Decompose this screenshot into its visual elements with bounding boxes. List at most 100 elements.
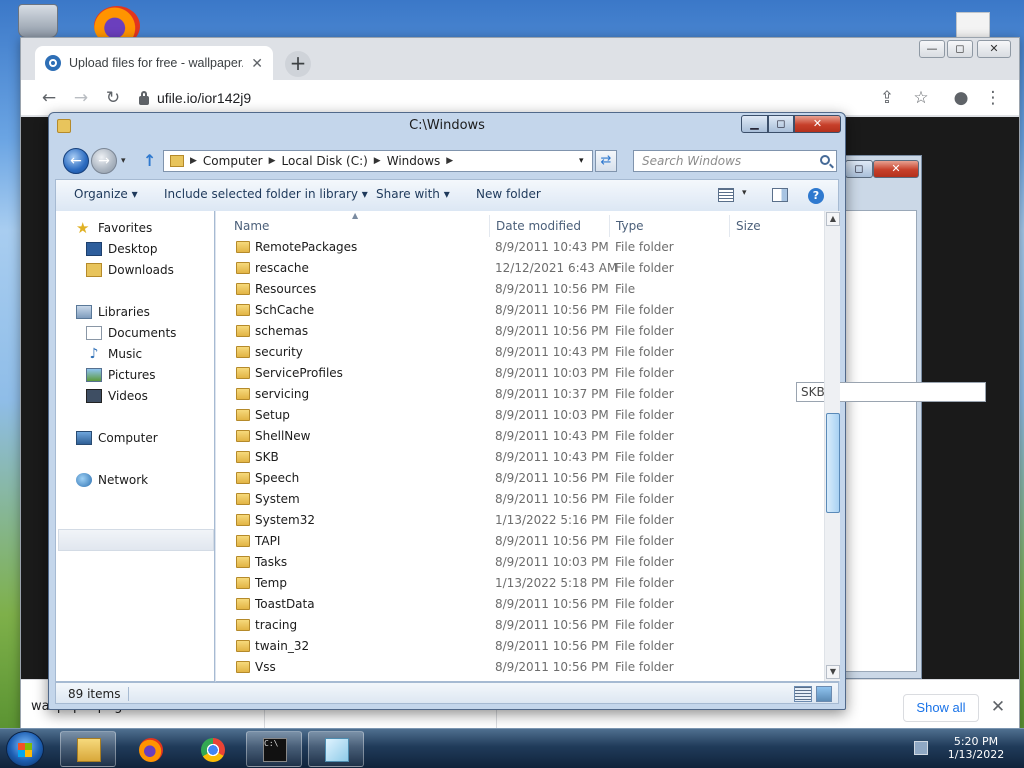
nav-desktop[interactable]: Desktop [86,242,158,256]
column-header-type[interactable]: Type [610,215,730,237]
nav-libraries[interactable]: Libraries [76,305,150,319]
explorer-minimize-button[interactable]: ▁ [741,115,768,133]
change-view-icon[interactable] [718,188,734,202]
tab-close-icon[interactable]: ✕ [251,55,263,72]
table-row[interactable]: twain_32 8/9/2011 10:56 PM File folder [216,636,820,657]
explorer-close-button[interactable]: ✕ [794,115,841,133]
table-row[interactable]: ServiceProfiles 8/9/2011 10:03 PM File fol… [216,363,820,384]
table-row[interactable]: Setup 8/9/2011 10:03 PM File folder [216,405,820,426]
chevron-right-icon[interactable]: ▶ [374,156,381,166]
refresh-button[interactable]: ⇄ [595,150,617,172]
new-folder-button[interactable]: New folder [476,187,541,201]
nav-label: Favorites [98,221,153,235]
organize-button[interactable]: Organize ▾ [74,187,138,201]
vertical-scrollbar[interactable]: ▲ ▼ [824,211,840,681]
bg-close-button[interactable]: ✕ [873,160,919,178]
chrome-close-button[interactable]: ✕ [977,40,1011,58]
table-row[interactable]: SKB 8/9/2011 10:43 PM File folder [216,447,820,468]
taskbar-cmd-button[interactable]: C:\ [246,731,302,767]
bg-maximize-button[interactable]: ◻ [845,160,873,178]
taskbar-notepad-button[interactable] [308,731,364,767]
search-input[interactable]: Search Windows [633,150,837,172]
nav-downloads[interactable]: Downloads [86,263,174,277]
taskbar-firefox-button[interactable] [122,731,178,767]
new-tab-button[interactable]: + [285,51,311,77]
chrome-maximize-button[interactable]: ◻ [947,40,973,58]
tray-network-icon[interactable] [914,741,928,755]
nav-videos[interactable]: Videos [86,389,148,403]
table-row[interactable]: Resources 8/9/2011 10:56 PM File [216,279,820,300]
windows-start-icon[interactable] [6,731,44,767]
table-row[interactable]: System 8/9/2011 10:56 PM File folder [216,489,820,510]
forward-arrow-icon[interactable]: → [71,88,91,108]
forward-button[interactable]: → [91,148,117,174]
help-icon[interactable]: ? [808,188,824,204]
browser-tab[interactable]: Upload files for free - wallpaper. ✕ [35,46,273,80]
preview-pane-icon[interactable] [772,188,788,202]
table-row[interactable]: TAPI 8/9/2011 10:56 PM File folder [216,531,820,552]
column-header-date[interactable]: Date modified [490,215,610,237]
table-row[interactable]: servicing 8/9/2011 10:37 PM File folder [216,384,820,405]
table-row[interactable]: SchCache 8/9/2011 10:56 PM File folder [216,300,820,321]
address-bar[interactable]: ufile.io/ior142j9 [139,85,869,111]
profile-avatar-icon[interactable]: ● [951,88,971,108]
table-row[interactable]: Speech 8/9/2011 10:56 PM File folder [216,468,820,489]
table-row[interactable]: System32 1/13/2022 5:16 PM File folder [216,510,820,531]
close-downloads-icon[interactable]: ✕ [987,694,1009,720]
table-row[interactable]: Temp 1/13/2022 5:18 PM File folder [216,573,820,594]
table-row[interactable]: ToastData 8/9/2011 10:56 PM File folder [216,594,820,615]
back-arrow-icon[interactable]: ← [39,88,59,108]
scroll-down-arrow-icon[interactable]: ▼ [826,665,840,679]
large-icons-view-icon[interactable] [816,686,832,702]
chevron-right-icon[interactable]: ▶ [446,156,453,166]
share-with-button[interactable]: Share with ▾ [376,187,450,201]
nav-pictures[interactable]: Pictures [86,368,156,382]
file-date: 1/13/2022 5:16 PM [495,513,609,527]
include-library-button[interactable]: Include selected folder in library ▾ [164,187,368,201]
breadcrumb-windows[interactable]: Windows [387,154,441,168]
view-dropdown-icon[interactable]: ▾ [742,188,747,198]
bookmark-star-icon[interactable]: ☆ [911,88,931,108]
table-row[interactable]: rescache 12/12/2021 6:43 AM File folder [216,258,820,279]
table-row[interactable]: Vss 8/9/2011 10:56 PM File folder [216,657,820,678]
details-view-icon[interactable] [794,686,812,702]
nav-music[interactable]: ♪ Music [86,347,143,361]
explorer-maximize-button[interactable]: ◻ [768,115,794,133]
address-dropdown-icon[interactable]: ▾ [579,156,584,166]
file-type: File folder [615,387,674,401]
show-all-button[interactable]: Show all [903,694,979,722]
chevron-right-icon[interactable]: ▶ [269,156,276,166]
chrome-minimize-button[interactable]: — [919,40,945,58]
nav-computer[interactable]: Computer [76,431,158,445]
nav-favorites[interactable]: ★ Favorites [76,221,153,236]
breadcrumb-local-disk[interactable]: Local Disk (C:) [282,154,368,168]
folder-icon [236,409,250,421]
breadcrumb[interactable]: ▶ Computer ▶ Local Disk (C:) ▶ Windows ▶ [163,150,593,172]
menu-kebab-icon[interactable]: ⋮ [983,88,1003,108]
up-arrow-icon[interactable]: ↑ [143,151,159,171]
column-header-size[interactable]: Size [730,215,820,237]
taskbar-chrome-button[interactable] [184,731,240,767]
recent-pages-chevron-icon[interactable]: ▾ [121,156,126,166]
taskbar-explorer-button[interactable] [60,731,116,767]
nav-network[interactable]: Network [76,473,148,487]
scroll-up-arrow-icon[interactable]: ▲ [826,212,840,226]
clock[interactable]: 5:20 PM 1/13/2022 [932,731,1020,767]
folder-icon [236,514,250,526]
table-row[interactable]: security 8/9/2011 10:43 PM File folder [216,342,820,363]
reload-icon[interactable]: ↻ [103,88,123,108]
window-title: C:\Windows [409,118,485,133]
breadcrumb-computer[interactable]: Computer [203,154,263,168]
table-row[interactable]: ShellNew 8/9/2011 10:43 PM File folder [216,426,820,447]
table-row[interactable]: tracing 8/9/2011 10:56 PM File folder [216,615,820,636]
chevron-right-icon[interactable]: ▶ [190,156,197,166]
scroll-thumb[interactable] [826,413,840,513]
share-icon[interactable]: ⇪ [877,88,897,108]
table-row[interactable]: RemotePackages 8/9/2011 10:43 PM File fold… [216,237,820,258]
column-header-name[interactable]: Name [228,215,490,237]
recycle-bin-icon[interactable] [18,4,58,38]
table-row[interactable]: Tasks 8/9/2011 10:03 PM File folder [216,552,820,573]
nav-documents[interactable]: Documents [86,326,176,340]
back-button[interactable]: ← [63,148,89,174]
table-row[interactable]: schemas 8/9/2011 10:56 PM File folder [216,321,820,342]
